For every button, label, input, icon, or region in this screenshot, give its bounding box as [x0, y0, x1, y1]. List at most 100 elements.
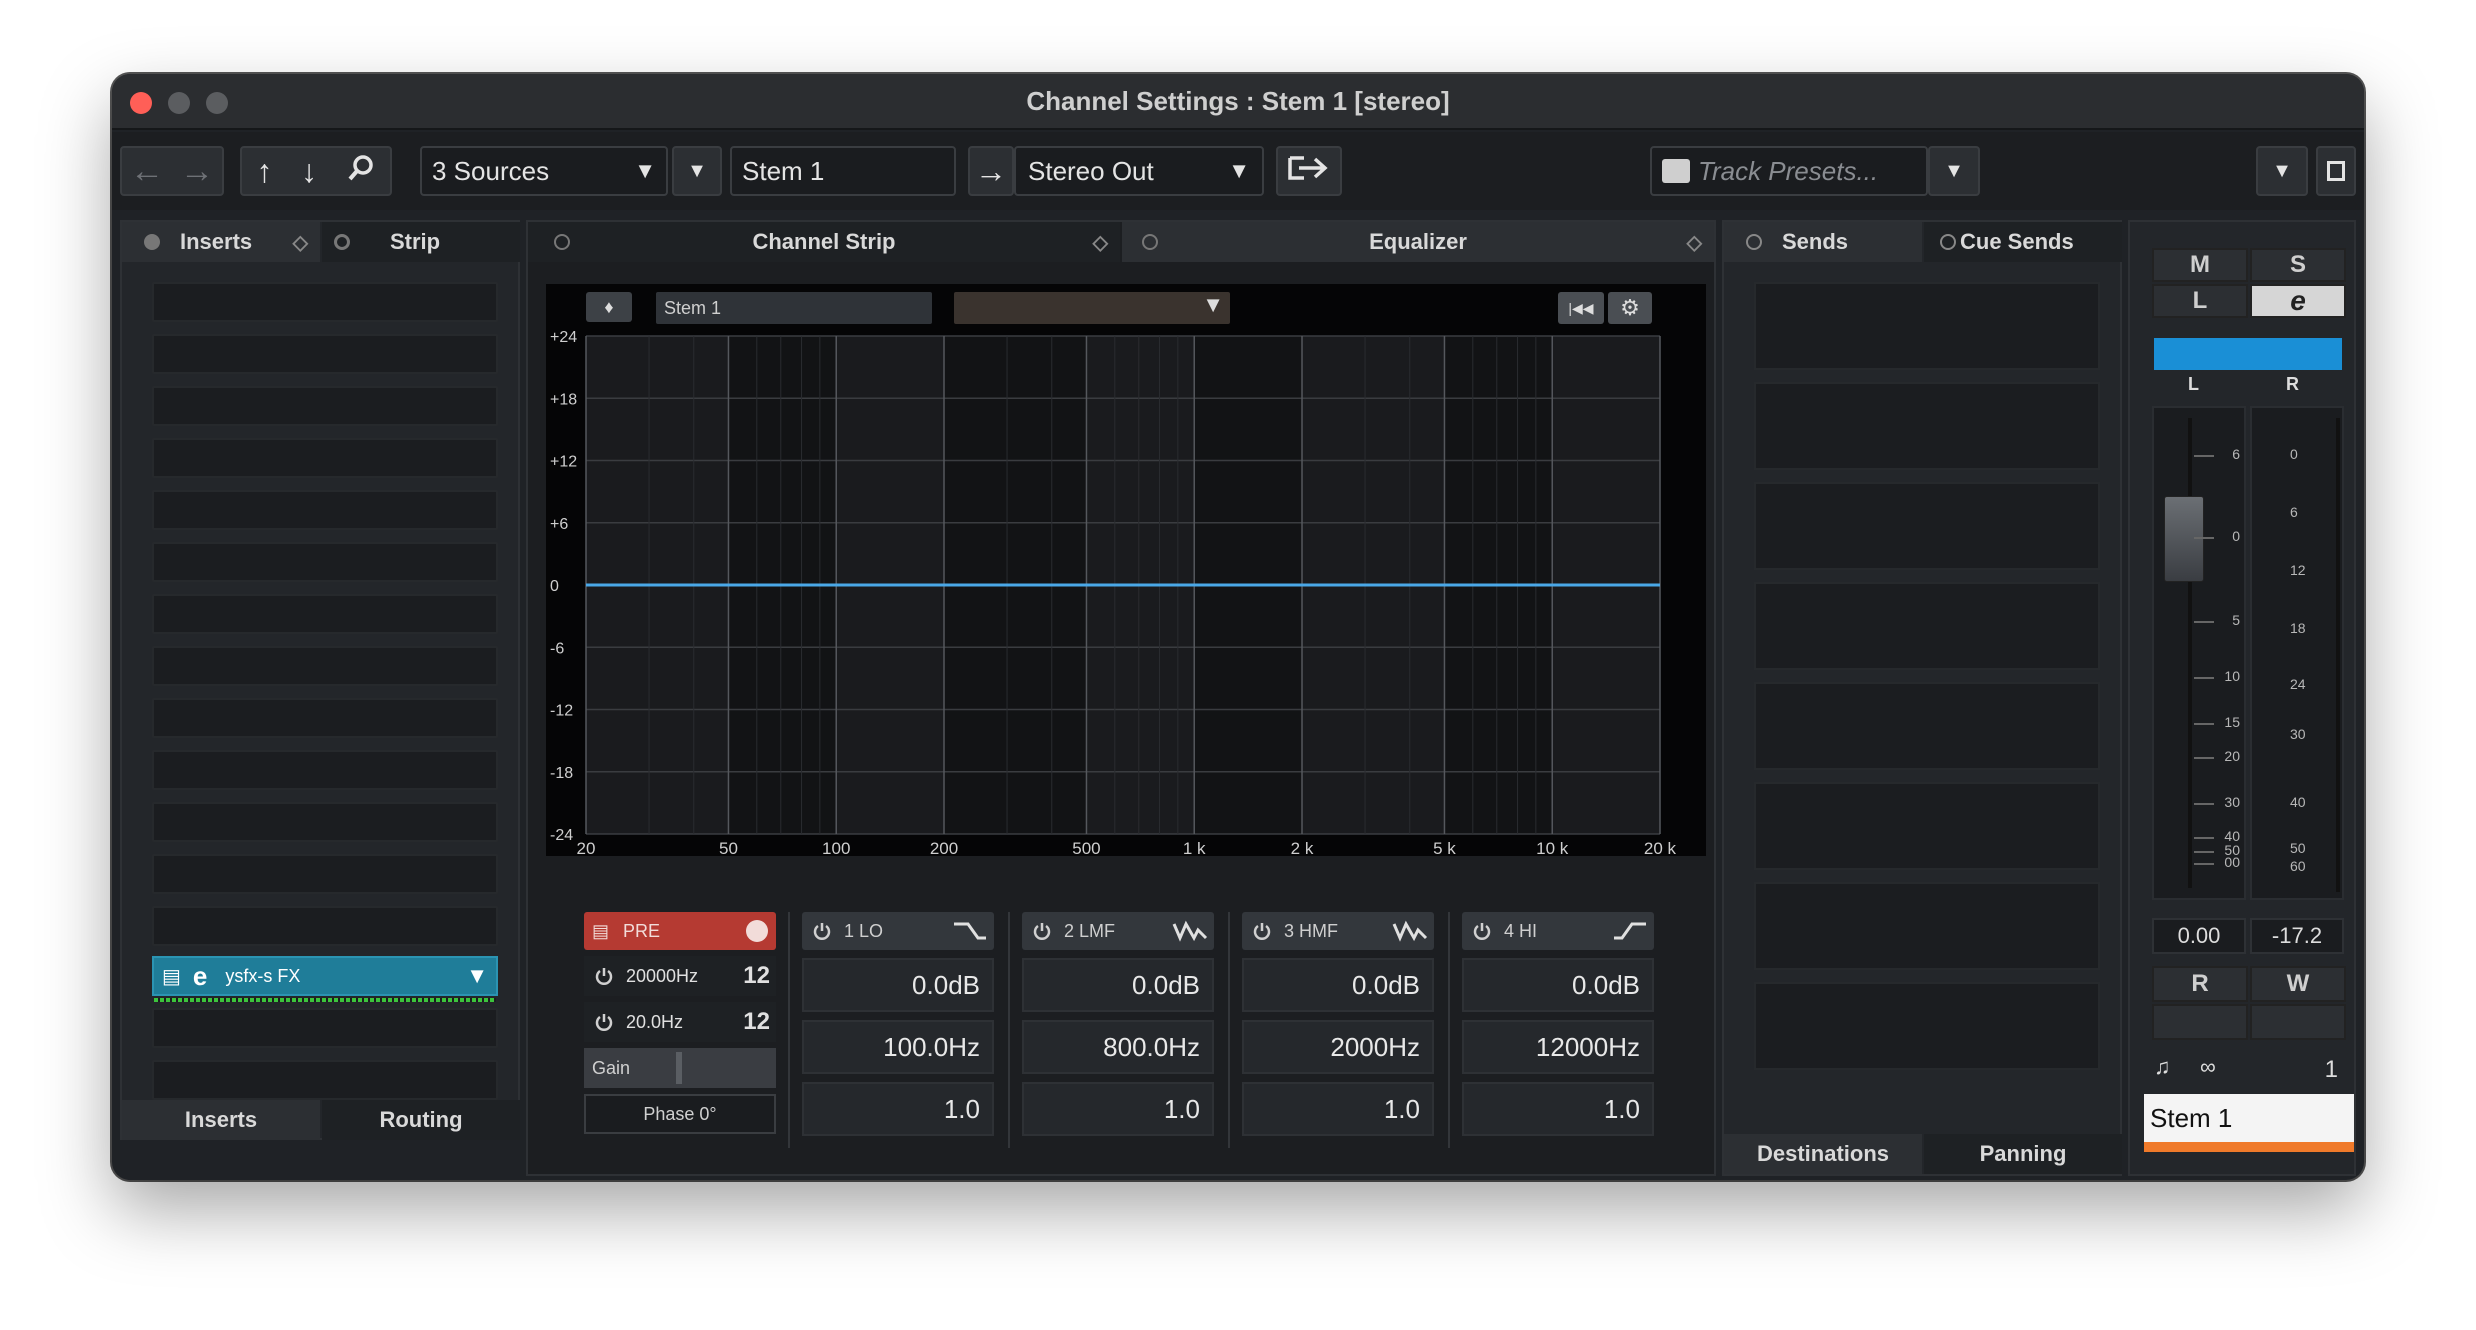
- band-q[interactable]: 1.0: [1462, 1082, 1654, 1136]
- mute-button[interactable]: M: [2152, 248, 2248, 282]
- band-gain[interactable]: 0.0dB: [1462, 958, 1654, 1012]
- power-icon[interactable]: [594, 1012, 614, 1032]
- insert-slot[interactable]: [152, 698, 498, 738]
- sources-menu-button[interactable]: ▼: [672, 146, 722, 196]
- forward-arrow-icon[interactable]: →: [180, 152, 214, 191]
- link-icon[interactable]: ∞: [2200, 1054, 2216, 1080]
- strip-bypass-icon[interactable]: [334, 234, 350, 250]
- peak-icon[interactable]: [1172, 918, 1208, 949]
- tab-inserts-bottom[interactable]: Inserts: [122, 1100, 320, 1140]
- band-gain[interactable]: 0.0dB: [1242, 958, 1434, 1012]
- chevron-down-icon[interactable]: ▼: [466, 963, 488, 989]
- edit-plugin-icon[interactable]: e: [193, 961, 207, 992]
- solo-button[interactable]: S: [2250, 248, 2346, 282]
- instrument-icon[interactable]: ♫: [2154, 1054, 2171, 1080]
- send-slot[interactable]: [1754, 682, 2100, 770]
- insert-slot[interactable]: [152, 1060, 498, 1100]
- high-shelf-icon[interactable]: [1612, 918, 1648, 949]
- output-routing-button[interactable]: →: [968, 146, 1014, 196]
- write-button[interactable]: W: [2250, 966, 2346, 1002]
- gain-slider-handle[interactable]: [676, 1052, 682, 1084]
- back-arrow-icon[interactable]: ←: [130, 152, 164, 191]
- insert-slot[interactable]: [152, 282, 498, 322]
- band-frequency[interactable]: 800.0Hz: [1022, 1020, 1214, 1074]
- export-button[interactable]: [1276, 146, 1342, 196]
- zoom-button[interactable]: [206, 92, 228, 114]
- hp-slope[interactable]: 12: [743, 962, 770, 990]
- eq-power-icon[interactable]: [1142, 234, 1158, 250]
- down-arrow-icon[interactable]: ↓: [301, 153, 317, 190]
- send-slot[interactable]: [1754, 282, 2100, 370]
- lp-slope[interactable]: 12: [743, 1008, 770, 1036]
- eq-graph[interactable]: ♦ Stem 1 ▼ |◀◀ ⚙ +24 +18 +12 +6 0 -6 -12 -18 -24…: [546, 284, 1706, 856]
- band-gain[interactable]: 0.0dB: [1022, 958, 1214, 1012]
- peak-readout[interactable]: -17.2: [2250, 918, 2344, 954]
- insert-slot[interactable]: [152, 386, 498, 426]
- output-dropdown[interactable]: Stereo Out ▼: [1014, 146, 1264, 196]
- send-slot[interactable]: [1754, 882, 2100, 970]
- band-q[interactable]: 1.0: [802, 1082, 994, 1136]
- band-header[interactable]: 2 LMF: [1022, 912, 1214, 950]
- volume-fader[interactable]: 6 0 5 10 15 20 30 40 50 00: [2152, 406, 2246, 900]
- cue-power-icon[interactable]: [1940, 234, 1956, 250]
- trash-icon[interactable]: ▤: [592, 921, 609, 942]
- track-presets-field[interactable]: Track Presets...: [1650, 146, 1928, 196]
- tab-panning[interactable]: Panning: [1924, 1134, 2122, 1174]
- power-icon[interactable]: [1252, 921, 1272, 941]
- tab-routing[interactable]: Routing: [322, 1100, 520, 1140]
- tab-cue-sends[interactable]: Cue Sends: [1924, 222, 2122, 262]
- hp-filter-row[interactable]: 20000Hz 12: [584, 956, 776, 996]
- channel-name-field[interactable]: Stem 1: [730, 146, 956, 196]
- strip-power-icon[interactable]: [554, 234, 570, 250]
- insert-slot[interactable]: [152, 854, 498, 894]
- band-q[interactable]: 1.0: [1022, 1082, 1214, 1136]
- minimize-button[interactable]: [168, 92, 190, 114]
- empty-button-left[interactable]: [2152, 1004, 2248, 1040]
- band-header[interactable]: 3 HMF: [1242, 912, 1434, 950]
- peak-icon[interactable]: [1392, 918, 1428, 949]
- band-frequency[interactable]: 100.0Hz: [802, 1020, 994, 1074]
- insert-slot[interactable]: [152, 906, 498, 946]
- send-slot[interactable]: [1754, 582, 2100, 670]
- read-button[interactable]: R: [2152, 966, 2248, 1002]
- power-icon[interactable]: [594, 966, 614, 986]
- lp-filter-row[interactable]: 20.0Hz 12: [584, 1002, 776, 1042]
- insert-slot[interactable]: [152, 750, 498, 790]
- power-icon[interactable]: [1472, 921, 1492, 941]
- pre-settings-icon[interactable]: [746, 920, 768, 942]
- band-frequency[interactable]: 2000Hz: [1242, 1020, 1434, 1074]
- window-menu-button[interactable]: ▼: [2256, 146, 2308, 196]
- edit-channel-button[interactable]: e: [2250, 284, 2346, 318]
- trash-icon[interactable]: ▤: [162, 964, 181, 989]
- insert-slot[interactable]: [152, 594, 498, 634]
- power-icon[interactable]: [1032, 921, 1052, 941]
- search-icon[interactable]: [346, 153, 376, 190]
- inserts-bypass-icon[interactable]: [144, 234, 160, 250]
- insert-slot[interactable]: [152, 490, 498, 530]
- volume-readout[interactable]: 0.00: [2152, 918, 2246, 954]
- tab-equalizer[interactable]: Equalizer ◇: [1122, 222, 1714, 262]
- insert-slot[interactable]: [152, 334, 498, 374]
- insert-slot[interactable]: [152, 1008, 498, 1048]
- tab-destinations[interactable]: Destinations: [1724, 1134, 1922, 1174]
- low-shelf-icon[interactable]: [952, 918, 988, 949]
- band-q[interactable]: 1.0: [1242, 1082, 1434, 1136]
- band-header[interactable]: 1 LO: [802, 912, 994, 950]
- send-slot[interactable]: [1754, 782, 2100, 870]
- tab-strip[interactable]: Strip: [322, 222, 520, 262]
- band-frequency[interactable]: 12000Hz: [1462, 1020, 1654, 1074]
- title-bar[interactable]: Channel Settings : Stem 1 [stereo]: [112, 74, 2364, 130]
- pan-slider[interactable]: [2154, 338, 2342, 370]
- send-slot[interactable]: [1754, 482, 2100, 570]
- up-arrow-icon[interactable]: ↑: [256, 153, 272, 190]
- band-gain[interactable]: 0.0dB: [802, 958, 994, 1012]
- insert-slot-active[interactable]: ▤ e ysfx-s FX ▼: [152, 956, 498, 1002]
- phase-button[interactable]: Phase 0°: [584, 1094, 776, 1134]
- gain-slider[interactable]: Gain: [584, 1048, 776, 1088]
- detach-button[interactable]: [2316, 146, 2356, 196]
- insert-slot[interactable]: [152, 542, 498, 582]
- empty-button-right[interactable]: [2250, 1004, 2346, 1040]
- tab-channel-strip[interactable]: Channel Strip ◇: [528, 222, 1120, 262]
- close-button[interactable]: [130, 92, 152, 114]
- insert-slot[interactable]: [152, 802, 498, 842]
